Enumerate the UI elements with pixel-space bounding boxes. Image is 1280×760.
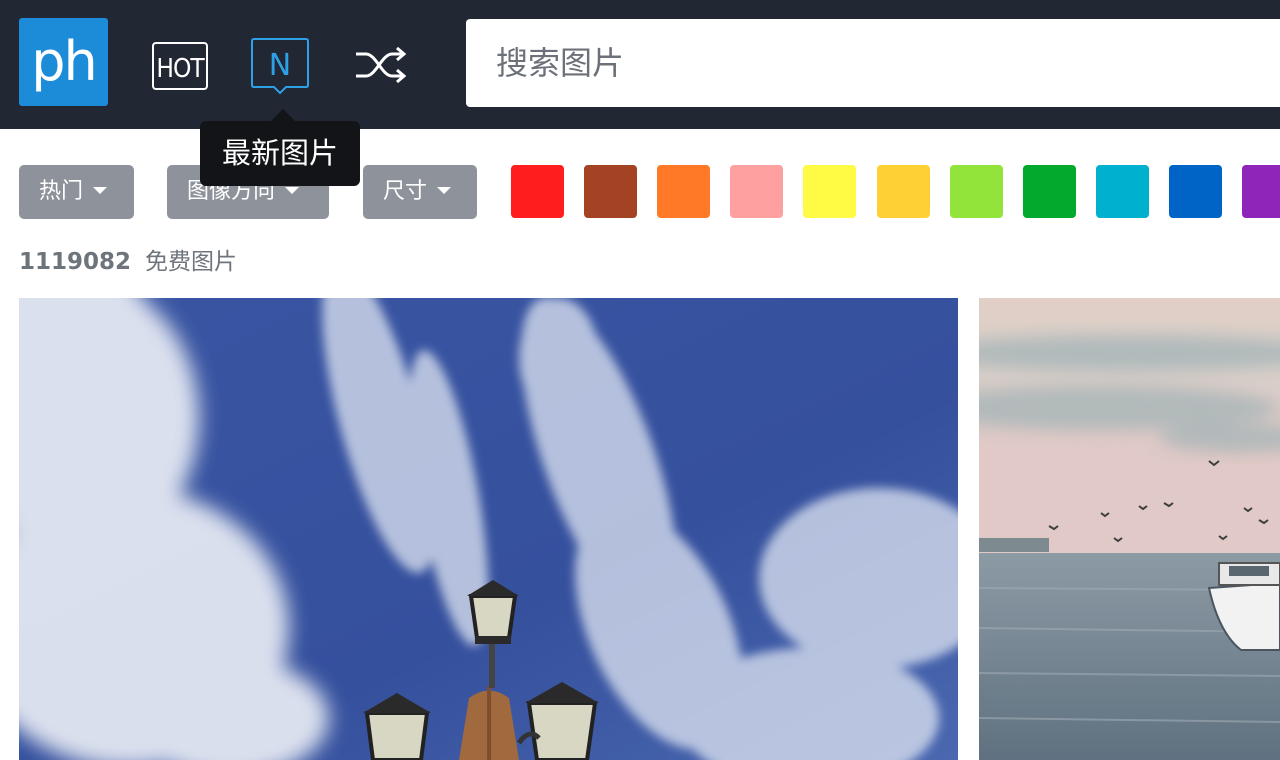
result-count-number: 1119082 xyxy=(19,249,132,275)
top-navbar: ph HOT N xyxy=(0,0,1280,129)
size-dropdown[interactable]: 尺寸 xyxy=(363,165,477,219)
result-count-label: 免费图片 xyxy=(145,249,238,275)
hot-icon[interactable]: HOT xyxy=(152,42,208,90)
shuffle-icon[interactable] xyxy=(354,42,408,88)
boat-sea-image xyxy=(979,298,1280,760)
color-swatch[interactable] xyxy=(949,165,1003,218)
tooltip-arrow xyxy=(271,109,295,121)
color-swatch[interactable] xyxy=(1022,165,1076,218)
svg-text:N: N xyxy=(269,48,291,83)
chevron-down-icon xyxy=(93,186,108,194)
color-swatch[interactable] xyxy=(657,165,711,218)
color-swatch[interactable] xyxy=(876,165,930,218)
color-swatch[interactable] xyxy=(1242,165,1280,218)
color-swatch[interactable] xyxy=(1168,165,1222,218)
new-icon[interactable]: N xyxy=(251,37,309,95)
sort-dropdown-label: 热门 xyxy=(39,179,84,204)
photo-card-boat-sea[interactable] xyxy=(979,298,1280,760)
color-swatch[interactable] xyxy=(1095,165,1149,218)
search-input[interactable] xyxy=(466,19,1280,107)
chevron-down-icon xyxy=(437,186,452,194)
size-dropdown-label: 尺寸 xyxy=(383,179,428,204)
site-logo[interactable]: ph xyxy=(19,18,108,106)
color-swatch[interactable] xyxy=(730,165,784,218)
color-swatch[interactable] xyxy=(803,165,857,218)
photo-card-street-lamps[interactable] xyxy=(19,298,958,760)
svg-text:HOT: HOT xyxy=(156,54,205,84)
street-lamps-sky-image xyxy=(19,298,958,760)
chevron-down-icon xyxy=(285,186,300,194)
color-swatch[interactable] xyxy=(511,165,564,218)
color-swatch[interactable] xyxy=(584,165,638,218)
tooltip-latest-images: 最新图片 xyxy=(200,121,360,186)
sort-dropdown[interactable]: 热门 xyxy=(19,165,134,219)
result-count: 1119082 免费图片 xyxy=(19,246,237,278)
